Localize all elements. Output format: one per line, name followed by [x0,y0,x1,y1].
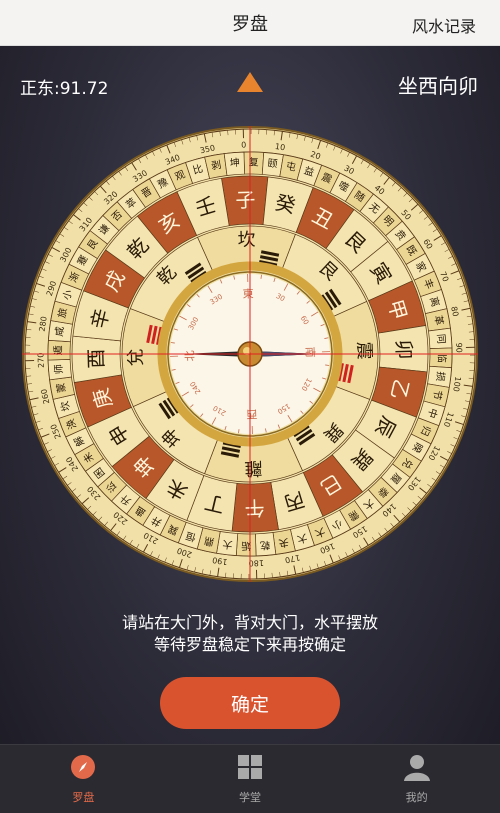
inner-dial-label: 南 [303,347,316,358]
hexagram-label: 颐 [267,157,278,170]
hexagram-label: 剥 [210,159,222,173]
tab-profile[interactable]: 我的 [333,745,500,813]
inner-dial-label: 北 [183,350,196,361]
nav-bar: 罗盘 风水记录 [0,0,500,46]
direction-label: 坐西向卯 [398,74,478,98]
page-title: 罗盘 [232,13,268,35]
mountain-label: 卯 [392,339,417,360]
heading-reading: 正东:91.72 [20,79,109,99]
confirm-button[interactable]: 确定 [160,677,340,729]
tab-label: 我的 [405,791,428,804]
inner-dial-label: 西 [246,407,257,420]
trigram-label: 震 [353,341,375,360]
inner-dial-label: 東 [243,287,254,300]
trigram-label: 坎 [237,229,256,251]
compass-icon [69,753,97,781]
degree-label: 10 [274,142,285,152]
instruction-line-1: 请站在大门外，背对大门，水平摆放 [121,613,378,632]
hexagram-label: 损 [434,371,448,382]
degree-label: 0 [241,141,246,150]
degree-label: 180 [249,558,265,567]
tab-school[interactable]: 学堂 [167,745,334,813]
tab-compass[interactable]: 罗盘 [0,745,167,813]
tab-label: 学堂 [239,791,261,804]
north-pointer-icon [237,72,263,92]
mountain-label: 酉 [84,348,109,369]
tab-bar: 罗盘 学堂 我的 [0,744,500,813]
trigram-label: 離 [244,457,263,479]
user-icon [403,753,431,781]
instructions: 请站在大门外，背对大门，水平摆放 等待罗盘稳定下来再按确定 [0,612,500,656]
fengshui-records-link[interactable]: 风水记录 [412,13,476,37]
trigram-label: 兌 [125,348,147,367]
hexagram-label: 乾 [260,539,271,553]
grid-icon [236,753,264,781]
hexagram-label: 坤 [229,156,240,170]
instruction-line-2: 等待罗盘稳定下来再按确定 [153,635,346,654]
mountain-label: 午 [244,496,265,521]
hexagram-label: 师 [52,364,66,375]
hexagram-label: 大 [222,538,233,552]
degree-label: 90 [454,343,463,353]
hexagram-label: 同 [435,333,448,344]
mountain-label: 子 [235,188,256,213]
hexagram-label: 咸 [53,326,66,337]
tab-label: 罗盘 [72,791,95,804]
degree-label: 270 [36,353,45,369]
compass-dial: 0 102030405060708090100110120130140150160… [22,126,478,582]
